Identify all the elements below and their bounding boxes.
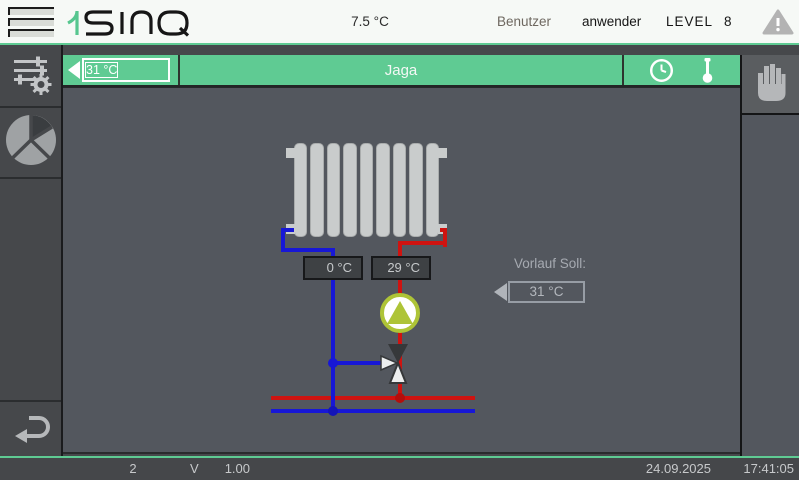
right-panel <box>740 55 799 456</box>
sidebar <box>0 45 63 456</box>
topbar: 7.5 °C Benutzer anwender LEVEL 8 <box>0 0 799 43</box>
back-button[interactable] <box>0 400 61 456</box>
pump-icon[interactable] <box>380 293 420 333</box>
level-label: LEVEL <box>666 14 714 29</box>
screen-number: 2 <box>129 461 137 476</box>
temperature-settings-button[interactable] <box>700 57 715 84</box>
version-label: V <box>190 461 199 476</box>
header-temperature-value: 31 °C <box>85 62 119 78</box>
date-display: 24.09.2025 <box>645 461 711 476</box>
settings-sliders-icon <box>10 52 52 101</box>
user-label: Benutzer <box>497 14 552 29</box>
hamburger-menu-icon[interactable] <box>8 7 56 39</box>
level-value: 8 <box>724 14 732 29</box>
page-title: Jaga <box>384 62 418 79</box>
pie-chart-icon <box>4 113 58 172</box>
setpoint-label: Vorlauf Soll: <box>513 256 587 271</box>
firmware-version: V 1.00 <box>190 461 250 476</box>
page-header: 31 °C Jaga <box>63 55 740 87</box>
settings-button[interactable] <box>0 46 61 108</box>
return-pipe <box>281 248 335 252</box>
return-temperature-display: 0 °C <box>303 256 363 280</box>
time-display: 17:41:05 <box>743 461 794 476</box>
radiator-tab <box>438 148 447 158</box>
hand-icon <box>753 61 789 108</box>
radiator-tab <box>286 148 295 158</box>
radiator-graphic <box>294 143 439 237</box>
statistics-button[interactable] <box>0 108 61 179</box>
pipe-junction <box>328 406 338 416</box>
header-temperature-box: 31 °C <box>82 58 170 82</box>
version-value: 1.00 <box>224 461 250 476</box>
outdoor-temperature: 7.5 °C <box>351 14 389 29</box>
clock-icon <box>650 58 674 82</box>
mixing-valve-icon[interactable] <box>380 343 418 392</box>
setpoint-input[interactable]: 31 °C <box>508 281 585 303</box>
header-back-control[interactable]: 31 °C <box>63 55 180 85</box>
flow-temperature-display: 29 °C <box>371 256 431 280</box>
top-accent-line <box>0 43 799 45</box>
left-arrow-icon <box>68 61 80 79</box>
warning-icon[interactable] <box>762 9 794 35</box>
supply-pipe-horizontal <box>271 396 475 400</box>
return-pipe-horizontal <box>271 409 475 413</box>
heating-circuit-diagram: 0 °C 29 °C Vorlauf Soll: 31 °C <box>63 87 740 454</box>
statusbar: 2 V 1.00 24.09.2025 17:41:05 <box>0 458 799 480</box>
user-value[interactable]: anwender <box>582 0 641 43</box>
supply-pipe <box>398 241 447 245</box>
valve-branch-pipe <box>331 361 383 365</box>
hmi-window: 7.5 °C Benutzer anwender LEVEL 8 31 °C J… <box>0 0 799 480</box>
return-arrow-icon <box>9 405 53 454</box>
manual-mode-button[interactable] <box>740 55 799 115</box>
pipe-junction <box>328 358 338 368</box>
pipe-junction <box>395 393 405 403</box>
setpoint-arrow-icon <box>494 283 507 301</box>
header-icon-group <box>622 55 740 85</box>
schedule-button[interactable] <box>649 58 674 83</box>
thermometer-icon <box>702 57 712 83</box>
isinq-logo <box>66 8 201 43</box>
